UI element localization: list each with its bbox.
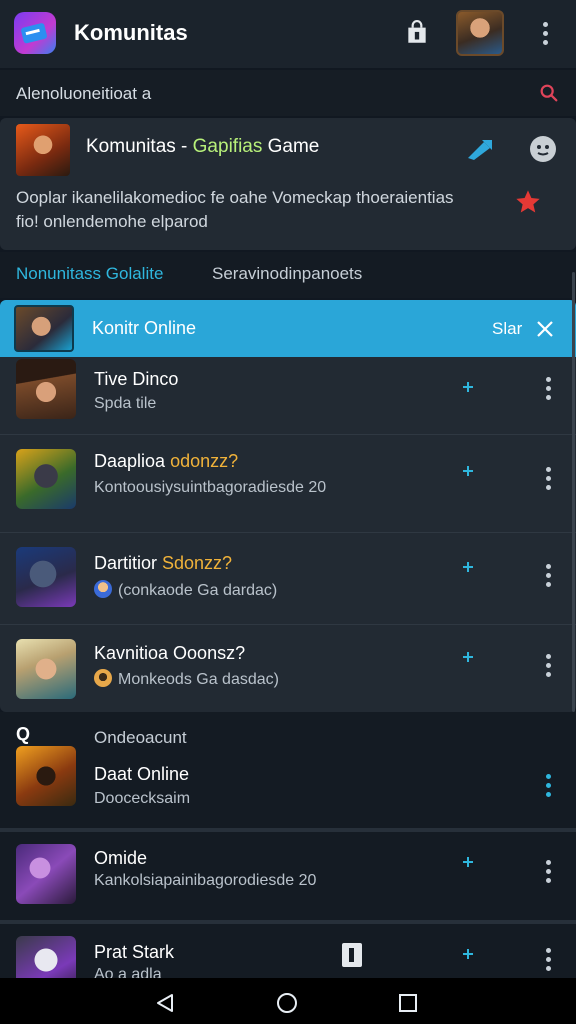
item-menu-icon[interactable] <box>536 650 560 680</box>
community-description: Ooplar ikanelilakomedioc fe oahe Vomecka… <box>16 188 454 231</box>
community-card[interactable]: Komunitas - Gapifias Game Ooplar ikaneli… <box>0 118 576 250</box>
badge-icon <box>94 580 112 598</box>
home-icon[interactable] <box>276 992 298 1014</box>
recent-icon[interactable] <box>398 993 418 1013</box>
list-item[interactable]: Daaplioa odonzz? Kontoousiysuintbagoradi… <box>0 435 576 533</box>
list-item[interactable]: Omide Kankolsiapainibagorodiesde 20 <box>0 832 576 920</box>
item-thumbnail <box>16 844 76 904</box>
plus-icon[interactable] <box>460 559 476 575</box>
highlight-banner[interactable]: Konitr Online Slar <box>0 300 576 357</box>
item-thumbnail <box>16 547 76 607</box>
item-title: Prat Stark <box>94 942 175 962</box>
item-title: Daat Online <box>94 764 190 784</box>
tab-community[interactable]: Nonunitass Golalite <box>16 264 163 284</box>
tab-servers[interactable]: Seravinodinpanoets <box>212 264 362 284</box>
plus-icon[interactable] <box>460 854 476 870</box>
item-subtitle: (conkaode Ga dardac) <box>94 580 277 600</box>
back-icon[interactable] <box>154 992 176 1014</box>
item-title: Daaplioa odonzz? <box>94 451 239 471</box>
item-title: Tive Dinco <box>94 369 179 389</box>
bag-icon[interactable] <box>402 18 432 48</box>
item-subtitle: Monkeods Ga dasdac) <box>94 669 279 689</box>
scrollbar[interactable] <box>572 272 575 712</box>
plus-icon[interactable] <box>460 463 476 479</box>
list-item[interactable]: Dartitior Sdonzz? (conkaode Ga dardac) <box>0 533 576 625</box>
plus-icon[interactable] <box>460 649 476 665</box>
avatar[interactable] <box>456 10 504 56</box>
plus-icon[interactable] <box>460 946 476 962</box>
item-title: Dartitior Sdonzz? <box>94 553 233 573</box>
item-subtitle: Kontoousiysuintbagoradiesde 20 <box>94 479 327 496</box>
item-menu-icon[interactable] <box>536 770 560 800</box>
item-menu-icon[interactable] <box>536 856 560 886</box>
community-thumbnail <box>16 124 70 176</box>
item-thumbnail <box>16 746 76 806</box>
app-bar: Komunitas <box>0 0 576 68</box>
plus-icon[interactable] <box>460 379 476 395</box>
item-thumbnail <box>16 936 76 978</box>
list-item[interactable]: Kavnitioa Ooonsz? Monkeods Ga dasdac) <box>0 625 576 712</box>
item-menu-icon[interactable] <box>536 560 560 590</box>
item-thumbnail <box>16 449 76 509</box>
list-item[interactable]: Tive Dinco Spda tile <box>0 357 576 435</box>
item-title: Omide <box>94 848 148 868</box>
star-icon[interactable] <box>514 188 542 216</box>
highlight-action-button[interactable]: Slar <box>492 319 522 339</box>
emoji-icon[interactable] <box>530 136 556 162</box>
item-thumbnail <box>16 639 76 699</box>
item-subtitle: Kankolsiapainibagorodiesde 20 <box>94 872 317 889</box>
badge-icon <box>94 669 112 687</box>
community-title: Komunitas - Gapifias Game <box>86 136 320 157</box>
game-list: Konitr Online Slar Tive Dinco Spda tile … <box>0 300 576 712</box>
item-subtitle: Doocecksaim <box>94 790 191 807</box>
share-icon[interactable] <box>464 136 496 162</box>
search-bar <box>0 70 576 116</box>
list-item[interactable]: Prat Stark Ao a adla <box>0 924 576 978</box>
highlight-thumbnail <box>14 305 74 352</box>
item-menu-icon[interactable] <box>536 373 560 403</box>
item-menu-icon[interactable] <box>536 463 560 493</box>
app-title: Komunitas <box>74 20 188 45</box>
overflow-menu-icon[interactable] <box>533 18 557 48</box>
item-subtitle: Spda tile <box>94 395 157 412</box>
tab-bar: Nonunitass Golalite Seravinodinpanoets <box>0 252 576 298</box>
search-input[interactable] <box>16 82 496 106</box>
search-icon[interactable] <box>538 82 560 104</box>
item-menu-icon[interactable] <box>536 944 560 974</box>
close-icon[interactable] <box>534 318 556 340</box>
highlight-title: Konitr Online <box>92 318 197 338</box>
section-marker: Q <box>16 724 31 744</box>
item-thumbnail <box>16 359 76 419</box>
item-subtitle: Ao a adla <box>94 966 162 978</box>
app-logo-icon[interactable] <box>14 12 56 54</box>
item-title: Kavnitioa Ooonsz? <box>94 643 246 663</box>
clipboard-icon[interactable] <box>340 940 364 968</box>
list-item[interactable]: Daat Online Doocecksaim <box>0 744 576 828</box>
